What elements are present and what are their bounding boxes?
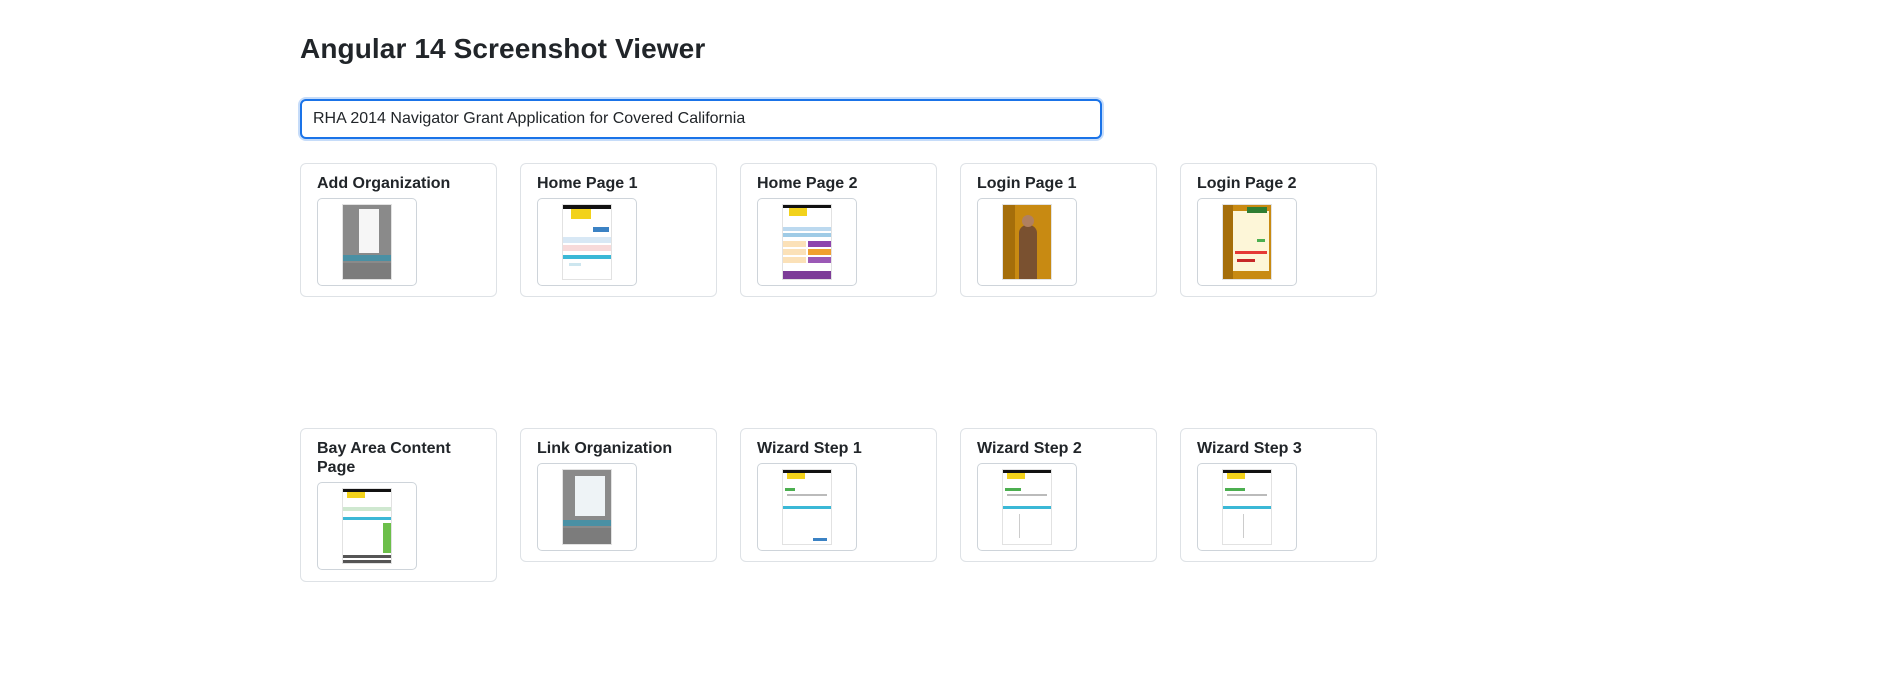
screenshot-card-wizard-step-1[interactable]: Wizard Step 1	[740, 428, 937, 562]
thumbnail-frame[interactable]	[977, 463, 1077, 551]
screenshot-card-link-organization[interactable]: Link Organization	[520, 428, 717, 562]
card-title: Wizard Step 2	[977, 440, 1082, 457]
screenshot-card-bay-area-content-page[interactable]: Bay Area Content Page	[300, 428, 497, 582]
thumbnail-frame[interactable]	[977, 198, 1077, 286]
screenshot-thumbnail	[342, 204, 392, 280]
screenshot-thumbnail	[1002, 469, 1052, 545]
card-title: Home Page 1	[537, 175, 638, 192]
screenshot-thumbnail	[782, 469, 832, 545]
screenshot-card-add-organization[interactable]: Add Organization	[300, 163, 497, 297]
screenshot-thumbnail	[1222, 204, 1272, 280]
screenshot-thumbnail	[562, 469, 612, 545]
thumbnail-frame[interactable]	[757, 198, 857, 286]
screenshot-thumbnail	[342, 488, 392, 564]
screenshot-card-wizard-step-2[interactable]: Wizard Step 2	[960, 428, 1157, 562]
thumbnail-frame[interactable]	[317, 198, 417, 286]
screenshot-card-login-page-2[interactable]: Login Page 2	[1180, 163, 1377, 297]
card-title: Add Organization	[317, 175, 451, 192]
screenshot-card-wizard-step-3[interactable]: Wizard Step 3	[1180, 428, 1377, 562]
search-input[interactable]	[300, 99, 1102, 139]
screenshot-thumbnail	[1222, 469, 1272, 545]
card-title: Login Page 2	[1197, 175, 1297, 192]
thumbnail-frame[interactable]	[537, 463, 637, 551]
screenshot-thumbnail	[1002, 204, 1052, 280]
card-title: Login Page 1	[977, 175, 1077, 192]
screenshot-card-home-page-2[interactable]: Home Page 2	[740, 163, 937, 297]
screenshot-thumbnail	[782, 204, 832, 280]
screenshot-thumbnail	[562, 204, 612, 280]
card-title: Wizard Step 1	[757, 440, 862, 457]
thumbnail-frame[interactable]	[537, 198, 637, 286]
page-title: Angular 14 Screenshot Viewer	[300, 33, 706, 64]
thumbnail-frame[interactable]	[757, 463, 857, 551]
thumbnail-frame[interactable]	[1197, 463, 1297, 551]
card-title: Home Page 2	[757, 175, 858, 192]
card-title: Link Organization	[537, 440, 673, 457]
screenshot-card-home-page-1[interactable]: Home Page 1	[520, 163, 717, 297]
thumbnail-frame[interactable]	[1197, 198, 1297, 286]
card-title: Bay Area Content Page	[317, 440, 451, 476]
screenshot-card-login-page-1[interactable]: Login Page 1	[960, 163, 1157, 297]
thumbnail-frame[interactable]	[317, 482, 417, 570]
card-title: Wizard Step 3	[1197, 440, 1302, 457]
